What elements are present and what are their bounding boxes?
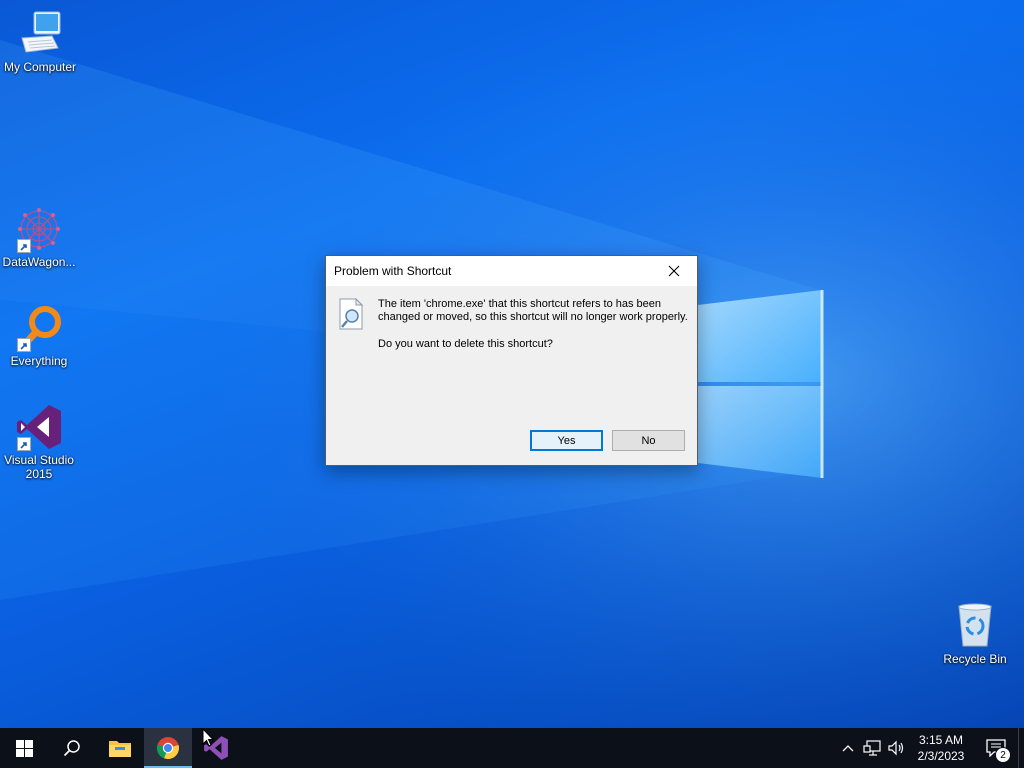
chrome-button[interactable] — [144, 728, 192, 768]
desktop-icon-recycle-bin[interactable]: Recycle Bin — [935, 602, 1015, 666]
problem-with-shortcut-dialog: Problem with Shortcut The item 'chrome.e… — [325, 255, 698, 466]
windows-logo-icon — [15, 739, 33, 757]
volume-button[interactable] — [884, 728, 908, 768]
recycle-bin-icon — [951, 602, 999, 650]
visual-studio-icon — [15, 403, 63, 451]
desktop-icon-datawagon[interactable]: DataWagon... — [0, 205, 79, 269]
dialog-message: The item 'chrome.exe' that this shortcut… — [378, 298, 688, 323]
clock-time: 3:15 AM — [918, 733, 964, 747]
file-explorer-button[interactable] — [96, 728, 144, 768]
desktop-icon-visual-studio[interactable]: Visual Studio 2015 — [0, 403, 79, 481]
taskbar: 3:15 AM 2/3/2023 2 — [0, 728, 1024, 768]
speaker-icon — [888, 740, 904, 756]
notification-count-badge: 2 — [995, 747, 1011, 763]
desktop-icon-label: Everything — [10, 354, 68, 368]
network-button[interactable] — [860, 728, 884, 768]
close-icon — [668, 265, 680, 277]
desktop-icon-label: DataWagon... — [2, 255, 76, 269]
shortcut-arrow-icon — [17, 338, 31, 352]
no-button[interactable]: No — [612, 430, 685, 451]
dialog-close-button[interactable] — [651, 256, 697, 286]
chrome-icon — [156, 737, 179, 760]
mouse-cursor-icon — [202, 728, 214, 747]
visual-studio-button[interactable] — [192, 728, 240, 768]
shortcut-search-icon — [338, 297, 364, 330]
desktop-icon-everything[interactable]: Everything — [0, 304, 79, 368]
show-hidden-icons-button[interactable] — [836, 728, 860, 768]
dialog-question: Do you want to delete this shortcut? — [378, 338, 553, 350]
search-button[interactable] — [48, 728, 96, 768]
network-icon — [863, 740, 881, 756]
everything-search-icon — [15, 304, 63, 352]
shortcut-arrow-icon — [17, 239, 31, 253]
shortcut-arrow-icon — [17, 437, 31, 451]
datawagon-icon — [15, 205, 63, 253]
start-button[interactable] — [0, 728, 48, 768]
clock-date: 2/3/2023 — [917, 749, 965, 763]
dialog-body: The item 'chrome.exe' that this shortcut… — [326, 286, 697, 466]
folder-icon — [109, 741, 131, 757]
system-tray: 3:15 AM 2/3/2023 2 — [836, 728, 1024, 768]
desktop-icon-label: Recycle Bin — [943, 652, 1007, 666]
dialog-title: Problem with Shortcut — [334, 264, 452, 278]
chevron-up-icon — [842, 745, 854, 752]
yes-button[interactable]: Yes — [530, 430, 603, 451]
clock-button[interactable]: 3:15 AM 2/3/2023 — [908, 728, 974, 768]
dialog-titlebar[interactable]: Problem with Shortcut — [326, 256, 697, 286]
desktop-icon-label: Visual Studio 2015 — [4, 453, 74, 481]
desktop-icon-label: My Computer — [3, 60, 77, 74]
search-icon — [63, 740, 80, 757]
action-center-button[interactable]: 2 — [974, 728, 1018, 768]
desktop-icon-my-computer[interactable]: My Computer — [0, 10, 80, 74]
computer-icon — [16, 10, 64, 58]
show-desktop-button[interactable] — [1018, 728, 1024, 768]
